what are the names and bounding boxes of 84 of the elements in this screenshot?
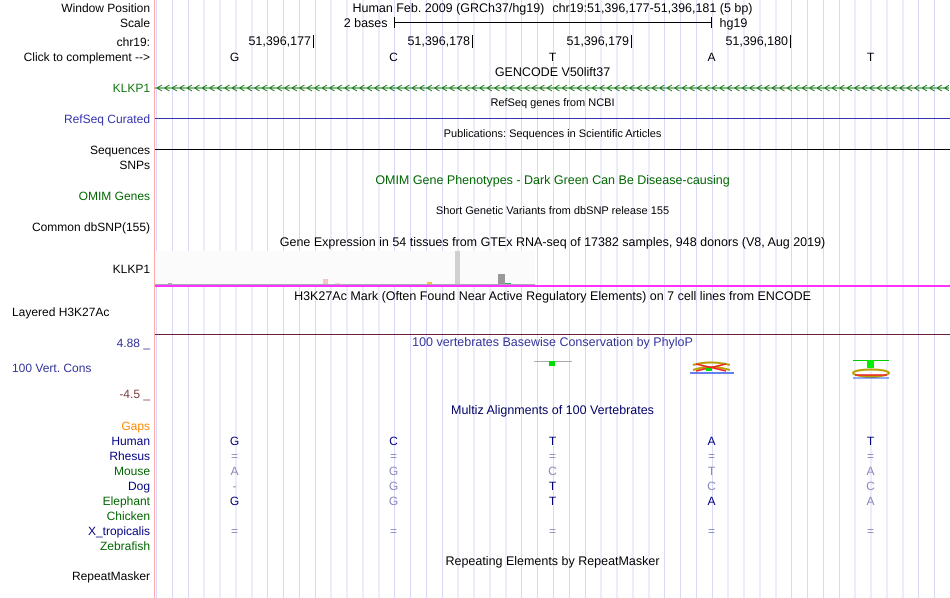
position-range: chr19:51,396,177-51,396,181 (5 bp)	[552, 0, 752, 14]
track-label[interactable]: KLKP1	[112, 262, 150, 276]
alignment-base: G	[230, 494, 240, 508]
track-title: RefSeq genes from NCBI	[490, 96, 615, 110]
alignment-base: =	[866, 524, 874, 538]
track-title: Publications: Sequences in Scientific Articles	[444, 127, 662, 141]
conservation-logo-drawing	[850, 360, 890, 379]
ruler-position: 51,396,180	[725, 34, 788, 49]
alignment-base: =	[548, 524, 556, 538]
alignment-base: =	[708, 448, 715, 462]
track-label[interactable]: KLKP1	[112, 80, 150, 94]
track-title: Short Genetic Variants from dbSNP release 155	[436, 204, 670, 218]
track-title: Repeating Elements by RepeatMasker	[445, 554, 660, 568]
alignment-base: C	[548, 464, 557, 478]
ruler-tick	[472, 35, 473, 48]
alignment-base: T	[866, 434, 874, 448]
row-label: Scale	[120, 16, 150, 30]
alignment-base: A	[866, 494, 874, 508]
alignment-base: A	[707, 494, 716, 508]
track-label[interactable]: Sequences	[90, 142, 150, 156]
track-label[interactable]: RefSeq Curated	[64, 112, 150, 126]
track-label[interactable]: OMIM Genes	[78, 188, 150, 202]
reference-base[interactable]: C	[389, 50, 398, 64]
track-label[interactable]: Zebrafish	[100, 538, 150, 552]
row-label: chr19:	[116, 35, 150, 49]
alignment-base: T	[548, 494, 556, 508]
alignment-base: T	[548, 478, 556, 492]
alignment-base: =	[708, 524, 715, 538]
row-label[interactable]: Click to complement -->	[24, 50, 150, 64]
ruler-position: 51,396,178	[407, 34, 470, 49]
reference-base[interactable]: G	[230, 50, 240, 64]
alignment-base: =	[230, 524, 238, 538]
alignment-base: G	[388, 464, 398, 478]
track-label[interactable]: 100 Vert. Cons	[12, 361, 92, 375]
alignment-base: =	[230, 448, 238, 462]
ruler-position: 51,396,179	[566, 34, 629, 49]
track-title: GENCODE V50lift37	[494, 65, 610, 79]
track-label[interactable]: X_tropicalis	[88, 524, 150, 538]
reference-base[interactable]: A	[707, 50, 716, 64]
alignment-base: =	[866, 448, 874, 462]
track-title: H3K27Ac Mark (Often Found Near Active Regulatory Elements) on 7 cell lines from ENCODE	[294, 289, 811, 303]
ruler-tick	[313, 35, 314, 48]
track-label[interactable]: Rhesus	[109, 448, 150, 462]
ruler-tick	[631, 35, 632, 48]
scale-text: 2 bases	[344, 16, 388, 30]
alignment-base: G	[388, 478, 398, 492]
alignment-base: =	[548, 448, 556, 462]
track-label[interactable]: Layered H3K27Ac	[12, 305, 110, 319]
alignment-base: -	[232, 478, 236, 492]
row-label: Window Position	[61, 0, 150, 14]
alignment-base: G	[230, 434, 240, 448]
alignment-base: T	[708, 464, 716, 478]
track-label[interactable]: Mouse	[114, 464, 150, 478]
ruler-tick	[790, 35, 791, 48]
track-label[interactable]: SNPs	[119, 158, 150, 172]
track-label[interactable]: Elephant	[102, 494, 150, 508]
track-label[interactable]: RepeatMasker	[72, 569, 150, 583]
alignment-base: G	[388, 494, 398, 508]
alignment-base: C	[866, 478, 875, 492]
track-title: 100 vertebrates Basewise Conservation by PhyloP	[412, 335, 693, 349]
alignment-base: A	[707, 434, 716, 448]
reference-base[interactable]: T	[548, 50, 556, 64]
axis-min-value: -4.5 _	[119, 387, 150, 401]
conservation-logo-drawing	[534, 360, 572, 366]
alignment-base: A	[230, 464, 238, 478]
conservation-logo-drawing	[690, 360, 734, 374]
alignment-base: C	[389, 434, 398, 448]
alignment-base: A	[866, 464, 874, 478]
scale-assembly: hg19	[718, 16, 748, 30]
track-title: OMIM Gene Phenotypes - Dark Green Can Be Disease-causing	[375, 173, 730, 187]
alignment-base: =	[390, 448, 397, 462]
reference-base[interactable]: T	[866, 50, 874, 64]
alignment-base: C	[707, 478, 716, 492]
track-title: Multiz Alignments of 100 Vertebrates	[451, 403, 654, 417]
alignment-base: T	[548, 434, 556, 448]
alignment-base: =	[390, 524, 397, 538]
track-label[interactable]: Human	[111, 434, 150, 448]
track-label[interactable]: Dog	[128, 478, 150, 492]
axis-max-value: 4.88 _	[116, 336, 150, 350]
ruler-position: 51,396,177	[248, 34, 311, 49]
track-label[interactable]: Common dbSNP(155)	[32, 220, 150, 234]
track-label[interactable]: Chicken	[106, 508, 150, 522]
assembly-name: Human Feb. 2009 (GRCh37/hg19)	[352, 0, 544, 14]
track-title: Gene Expression in 54 tissues from GTEx RNA-seq of 17382 samples, 948 donors (V8, Aug 2019)	[280, 235, 826, 249]
